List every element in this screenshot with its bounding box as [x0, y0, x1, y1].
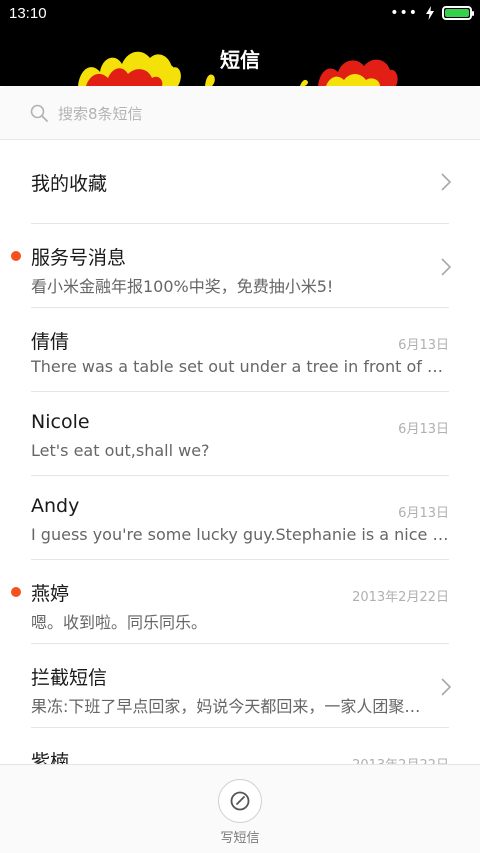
- list-item-blocked-messages[interactable]: 拦截短信 果冻:下班了早点回家，妈说今天都回来，一家人团聚过年: [0, 644, 480, 728]
- compose-label[interactable]: 写短信: [0, 827, 480, 846]
- list-item-date: 6月13日: [398, 422, 449, 437]
- status-bar: 13:10 •••: [0, 0, 480, 28]
- battery-icon: [442, 6, 474, 20]
- list-item-title: 我的收藏: [31, 173, 108, 195]
- list-item-favorites[interactable]: 我的收藏: [0, 140, 480, 224]
- list-item-conversation[interactable]: 紫楠 2013年2月22日: [0, 728, 480, 764]
- chevron-right-icon: [441, 173, 452, 191]
- list-item-snippet: There was a table set out under a tree i…: [31, 357, 449, 376]
- list-item-title: 拦截短信: [31, 667, 108, 689]
- list-item-title: 倩倩: [31, 331, 70, 353]
- list-item-conversation[interactable]: Andy 6月13日 I guess you're some lucky guy…: [0, 476, 480, 560]
- list-item-title: 服务号消息: [31, 247, 127, 269]
- more-dots-icon: •••: [390, 5, 418, 21]
- compose-button[interactable]: [218, 779, 262, 823]
- chevron-right-icon: [441, 678, 452, 696]
- list-item-snippet: 嗯。收到啦。同乐同乐。: [31, 613, 208, 632]
- list-item-date: 6月13日: [398, 506, 449, 521]
- status-time: 13:10: [9, 5, 47, 22]
- list-item-title: 紫楠: [31, 751, 70, 764]
- page-title: 短信: [220, 48, 260, 72]
- list-item-snippet: 看小米金融年报100%中奖，免费抽小米5!: [31, 277, 334, 296]
- list-item-conversation[interactable]: 倩倩 6月13日 There was a table set out under…: [0, 308, 480, 392]
- charging-bolt-icon: [426, 6, 434, 20]
- compose-icon: [230, 791, 250, 811]
- bottom-bar: 写短信: [0, 764, 480, 853]
- list-item-title: 燕婷: [31, 583, 70, 605]
- search-icon: [30, 104, 48, 122]
- list-item-service-messages[interactable]: 服务号消息 看小米金融年报100%中奖，免费抽小米5!: [0, 224, 480, 308]
- list-item-snippet: Let's eat out,shall we?: [31, 441, 210, 460]
- list-item-snippet: I guess you're some lucky guy.Stephanie …: [31, 525, 449, 544]
- list-item-conversation[interactable]: Nicole 6月13日 Let's eat out,shall we?: [0, 392, 480, 476]
- unread-dot: [11, 251, 21, 261]
- list-item-date: 6月13日: [398, 338, 449, 353]
- chevron-right-icon: [441, 258, 452, 276]
- list-item-date: 2013年2月22日: [352, 590, 449, 605]
- list-item-title: Andy: [31, 495, 80, 517]
- list-item-snippet: 果冻:下班了早点回家，妈说今天都回来，一家人团聚过年: [31, 697, 432, 716]
- header: 短信: [0, 28, 480, 86]
- battery-level: [445, 9, 469, 17]
- search-input[interactable]: 搜索8条短信: [58, 103, 143, 124]
- list-item-date: 2013年2月22日: [352, 754, 449, 764]
- status-icons: •••: [390, 5, 474, 21]
- conversation-list[interactable]: 搜索8条短信 我的收藏 服务号消息 看小米金融年报100%中奖，免费抽小米5! …: [0, 86, 480, 764]
- unread-dot: [11, 587, 21, 597]
- list-item-title: Nicole: [31, 411, 90, 433]
- list-item-conversation[interactable]: 燕婷 2013年2月22日 嗯。收到啦。同乐同乐。: [0, 560, 480, 644]
- search-bar[interactable]: 搜索8条短信: [0, 86, 480, 140]
